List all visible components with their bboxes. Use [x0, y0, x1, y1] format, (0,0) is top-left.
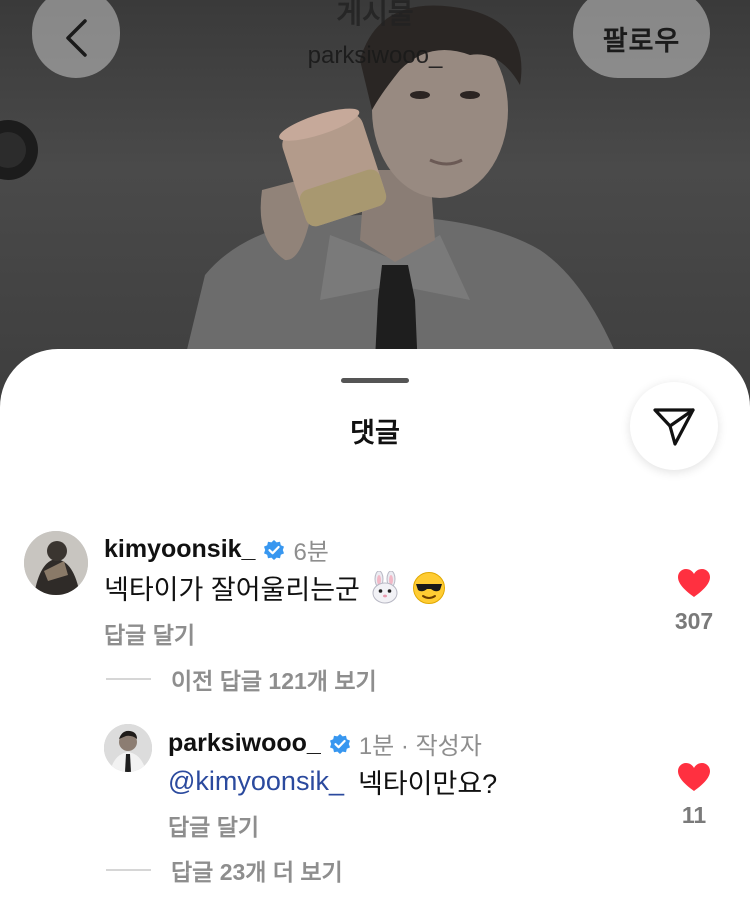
- avatar[interactable]: [24, 531, 88, 595]
- comment-time: 6분: [293, 539, 329, 566]
- comment-body: 넥타이가 잘어울리는군: [104, 575, 360, 605]
- like-count: 11: [681, 802, 707, 828]
- reply-username[interactable]: parksiwooo_: [168, 729, 321, 758]
- send-icon: [651, 404, 697, 448]
- sunglasses-face-icon: [412, 571, 446, 605]
- reply-button[interactable]: 답글 달기: [168, 808, 259, 842]
- reply-button[interactable]: 답글 달기: [104, 616, 195, 650]
- like-control: 307: [672, 568, 716, 635]
- avatar-image: [104, 724, 152, 772]
- reply-thread-line: [106, 869, 151, 871]
- post-header: 게시물 parksiwooo_: [250, 0, 500, 70]
- avatar[interactable]: [104, 724, 152, 772]
- rabbit-face-icon: [368, 570, 402, 605]
- reply-header: parksiwooo_ 1분 · 작성자: [168, 726, 482, 761]
- avatar-image: [24, 531, 88, 595]
- like-count: 307: [674, 608, 714, 634]
- chevron-left-icon: [63, 18, 89, 58]
- reply-text: @kimyoonsik_ 넥타이만요?: [168, 762, 497, 801]
- verified-badge-icon: [329, 733, 351, 755]
- post-author-username[interactable]: parksiwooo_: [250, 42, 500, 70]
- sheet-grabber-handle[interactable]: [341, 378, 409, 383]
- page-title: 게시물: [336, 0, 414, 29]
- view-more-replies-label: 답글 23개 더 보기: [171, 859, 343, 885]
- share-button[interactable]: [630, 382, 718, 470]
- reply-thread-line: [106, 678, 151, 680]
- heart-filled-icon[interactable]: [677, 568, 711, 598]
- follow-button[interactable]: 팔로우: [573, 0, 710, 78]
- comment-header: kimyoonsik_ 6분: [104, 532, 329, 567]
- mention-link[interactable]: @kimyoonsik_: [168, 766, 344, 797]
- follow-button-label: 팔로우: [602, 25, 681, 56]
- view-more-replies[interactable]: 답글 23개 더 보기: [106, 853, 343, 887]
- view-previous-replies[interactable]: 이전 답글 121개 보기: [106, 662, 377, 696]
- comment-text: 넥타이가 잘어울리는군: [104, 568, 446, 607]
- verified-badge-icon: [263, 539, 285, 561]
- comment-username[interactable]: kimyoonsik_: [104, 535, 255, 564]
- reply-time: 1분 · 작성자: [358, 733, 482, 760]
- view-previous-replies-label: 이전 답글 121개 보기: [171, 668, 377, 694]
- like-control: 11: [672, 762, 716, 829]
- reply-body: 넥타이만요?: [357, 769, 498, 799]
- heart-filled-icon[interactable]: [677, 762, 711, 792]
